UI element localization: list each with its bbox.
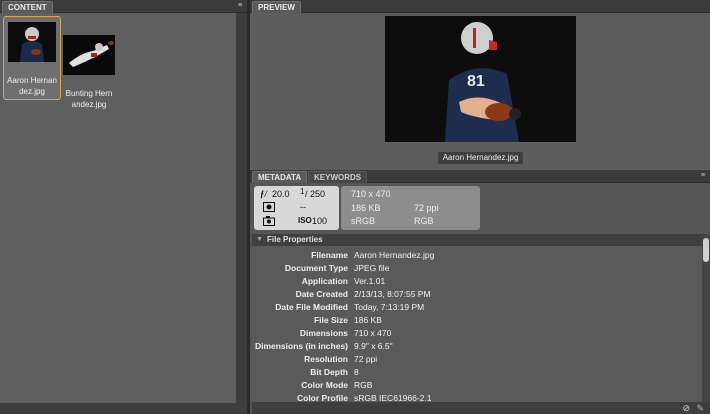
scrollbar-thumb[interactable] <box>703 238 709 262</box>
property-row: Resolution 72 ppi <box>304 354 378 364</box>
property-row: Document Type JPEG file <box>284 263 390 273</box>
file-info-summary: 710 x 470 186 KB 72 ppi sRGB RGB <box>341 186 480 230</box>
file-properties-header[interactable]: ▼ File Properties <box>252 234 702 246</box>
property-row: Color Profile sRGB IEC61966-2.1 <box>296 393 432 402</box>
color-space-value: sRGB <box>351 216 376 226</box>
property-row: Color Mode RGB <box>301 380 373 390</box>
thumbnail-image <box>8 22 56 62</box>
shutter-numerator: 1 <box>300 187 305 196</box>
thumbnail-item[interactable]: Bunting Hern andez.jpg <box>61 16 117 109</box>
panel-menu-icon[interactable]: ≡ <box>699 172 707 180</box>
content-tabbar: CONTENT ≡ <box>0 0 247 13</box>
camera-icon <box>263 216 275 228</box>
disclosure-triangle-icon[interactable]: ▼ <box>256 234 263 246</box>
property-row: Dimensions (in inches) 9.9" x 6.5" <box>254 341 393 351</box>
aperture-value: 20.0 <box>272 189 290 199</box>
panel-menu-icon[interactable]: ≡ <box>236 2 244 10</box>
thumbnail-item[interactable]: Aaron Hernan dez.jpg <box>3 16 61 100</box>
content-footer-bar <box>0 403 247 414</box>
content-scrollbar[interactable] <box>236 13 247 403</box>
edit-pencil-icon[interactable]: ✎ <box>696 403 704 414</box>
property-row: Dimensions 710 x 470 <box>299 328 392 338</box>
property-row: File Size 186 KB <box>313 315 382 325</box>
thumbnail-label: Aaron Hernan dez.jpg <box>7 76 57 96</box>
preview-tabbar: PREVIEW <box>250 0 710 13</box>
file-size-value: 186 KB <box>351 203 381 213</box>
property-row: Date File Modified Today, 7:13:19 PM <box>275 302 425 312</box>
property-row: Filename Aaron Hernandez.jpg <box>311 250 435 260</box>
dimensions-value: 710 x 470 <box>351 189 391 199</box>
metadata-status-bar: ⊘ ✎ <box>252 402 710 414</box>
iso-icon: ISO <box>298 216 312 225</box>
iso-value: 100 <box>312 216 328 226</box>
file-properties-list: Filename Aaron Hernandez.jpg Document Typ… <box>252 246 702 402</box>
metering-value: -- <box>300 202 306 212</box>
shutter-value: 250 <box>310 189 326 199</box>
tab-preview[interactable]: PREVIEW <box>252 1 301 13</box>
svg-text:81: 81 <box>467 73 485 90</box>
no-edit-icon[interactable]: ⊘ <box>682 403 690 414</box>
property-row: Date Created 2/13/13, 8:07:55 PM <box>295 289 431 299</box>
color-mode-value: RGB <box>414 216 434 226</box>
metering-icon <box>263 202 275 214</box>
thumbnail-image <box>63 35 115 75</box>
section-title: File Properties <box>267 235 323 244</box>
aperture-icon: ƒ/ <box>260 189 268 199</box>
thumbnail-label: Bunting Hern andez.jpg <box>65 89 113 109</box>
tab-keywords[interactable]: KEYWORDS <box>308 171 368 183</box>
tab-content[interactable]: CONTENT <box>2 1 53 13</box>
metadata-tabbar: METADATA KEYWORDS ≡ <box>250 170 710 183</box>
property-row: Application Ver.1.01 <box>301 276 386 286</box>
preview-image[interactable]: 81 <box>385 16 576 142</box>
content-thumbnails-area[interactable]: Aaron Hernan dez.jpg Bunting Hern andez.… <box>0 13 236 403</box>
property-row: Bit Depth 8 <box>310 367 359 377</box>
exif-summary: ƒ/ 20.0 1 / 250 -- ISO 100 <box>254 186 339 230</box>
resolution-value: 72 ppi <box>414 203 439 213</box>
preview-filename-label: Aaron Hernandez.jpg <box>438 152 523 164</box>
tab-metadata[interactable]: METADATA <box>252 171 308 183</box>
